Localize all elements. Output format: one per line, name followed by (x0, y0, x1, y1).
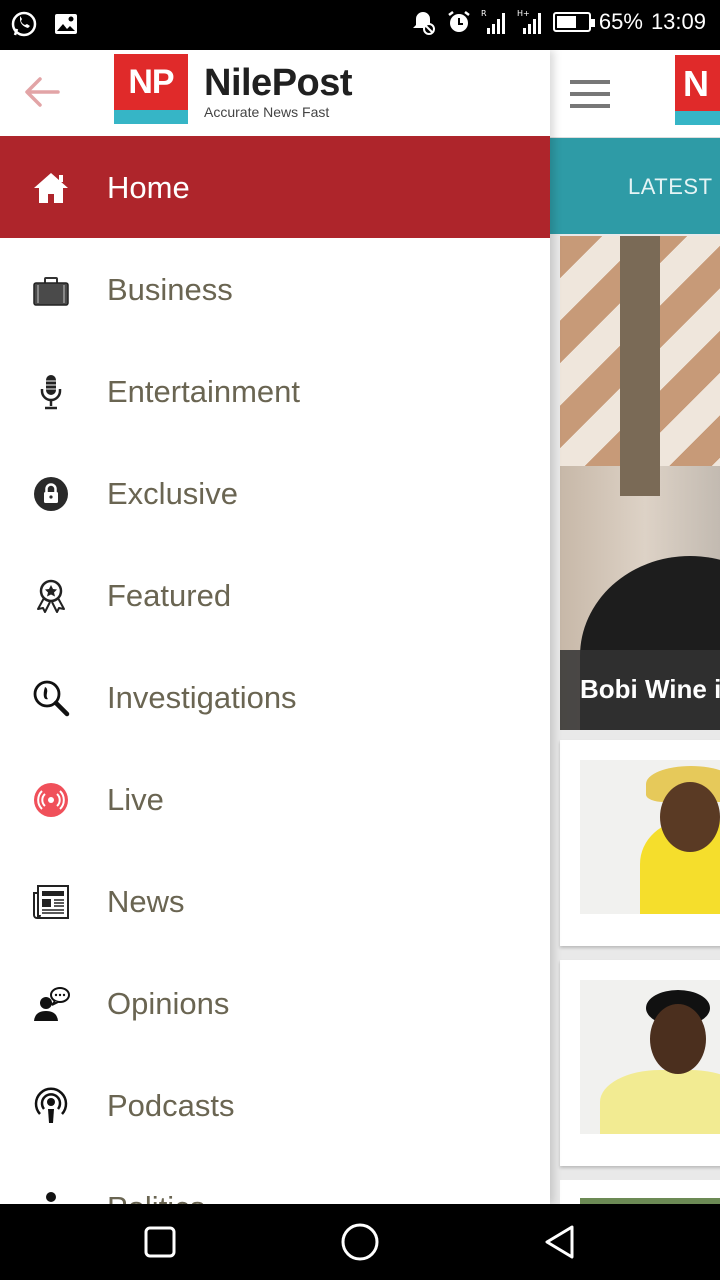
menu-label-politics: Politics (107, 1190, 205, 1204)
lock-icon (32, 475, 70, 513)
newspaper-icon (32, 883, 70, 921)
news-card[interactable] (560, 1180, 720, 1204)
alarm-icon (445, 8, 473, 36)
menu-item-business[interactable]: Business (0, 238, 550, 340)
briefcase-icon (32, 271, 70, 309)
award-ribbon-icon (32, 577, 70, 615)
hamburger-menu-icon[interactable] (570, 80, 610, 108)
back-button[interactable] (540, 1222, 580, 1262)
menu-item-featured[interactable]: Featured (0, 544, 550, 646)
menu-label-investigations: Investigations (107, 680, 297, 715)
background-app: N LATEST Bobi Wine i (550, 50, 720, 1204)
app-logo-peek: N (675, 55, 720, 125)
menu-item-politics[interactable]: Politics (0, 1156, 550, 1204)
home-icon (32, 169, 70, 207)
logo-mark: NP (114, 54, 188, 124)
menu-item-podcasts[interactable]: Podcasts (0, 1054, 550, 1156)
drawer-menu: Home Business Entertainment Exclusive Fe… (0, 136, 550, 1204)
menu-item-opinions[interactable]: Opinions (0, 952, 550, 1054)
menu-label-news: News (107, 884, 185, 919)
menu-label-exclusive: Exclusive (107, 476, 238, 511)
news-card[interactable] (560, 960, 720, 1166)
battery-percent: 65% (598, 9, 643, 34)
menu-label-live: Live (107, 782, 164, 817)
notification-muted-icon (409, 8, 437, 36)
drawer-header: NP NilePost Accurate News Fast (0, 50, 550, 136)
logo-tagline: Accurate News Fast (204, 104, 330, 120)
circle-icon (341, 1223, 379, 1261)
menu-label-home: Home (107, 170, 190, 205)
nilepost-logo: NP NilePost Accurate News Fast (114, 54, 353, 124)
menu-item-exclusive[interactable]: Exclusive (0, 442, 550, 544)
menu-item-news[interactable]: News (0, 850, 550, 952)
politics-icon (32, 1189, 70, 1204)
menu-label-featured: Featured (107, 578, 232, 613)
menu-item-investigations[interactable]: Investigations (0, 646, 550, 748)
menu-label-opinions: Opinions (107, 986, 230, 1021)
status-bar: R H+ 65% 13:09 (0, 0, 720, 50)
tab-latest[interactable]: LATEST (550, 138, 720, 234)
tab-latest-label: LATEST (628, 174, 713, 199)
triangle-back-icon (545, 1225, 574, 1259)
whatsapp-icon (10, 10, 38, 38)
microphone-icon (32, 373, 70, 411)
svg-text:H+: H+ (517, 9, 530, 18)
menu-label-entertainment: Entertainment (107, 374, 300, 409)
recent-apps-button[interactable] (140, 1222, 180, 1262)
menu-label-podcasts: Podcasts (107, 1088, 235, 1123)
featured-story-title: Bobi Wine i (560, 650, 720, 730)
person-speech-icon (32, 985, 70, 1023)
news-card[interactable] (560, 740, 720, 946)
news-thumbnail (580, 760, 720, 914)
clock: 13:09 (650, 9, 706, 34)
signal-h-plus-icon: H+ (517, 8, 545, 36)
news-thumbnail (580, 980, 720, 1134)
home-button[interactable] (340, 1222, 380, 1262)
menu-item-live[interactable]: Live (0, 748, 550, 850)
logo-title: NilePost (204, 62, 353, 104)
image-icon (52, 10, 80, 38)
system-navigation-bar (0, 1204, 720, 1280)
featured-story-card[interactable]: Bobi Wine i (560, 236, 720, 730)
magnifier-footprint-icon (32, 679, 70, 717)
back-arrow-icon[interactable] (20, 70, 64, 114)
app-header: N (550, 50, 720, 138)
menu-item-entertainment[interactable]: Entertainment (0, 340, 550, 442)
signal-r-icon: R (481, 8, 509, 36)
battery-icon (552, 12, 595, 32)
square-icon (144, 1226, 176, 1258)
menu-label-business: Business (107, 272, 233, 307)
menu-item-home[interactable]: Home (0, 136, 550, 238)
podcast-icon (32, 1087, 70, 1125)
live-broadcast-icon (32, 781, 70, 819)
svg-text:R: R (481, 9, 487, 18)
navigation-drawer: NP NilePost Accurate News Fast Home Busi… (0, 50, 550, 1204)
